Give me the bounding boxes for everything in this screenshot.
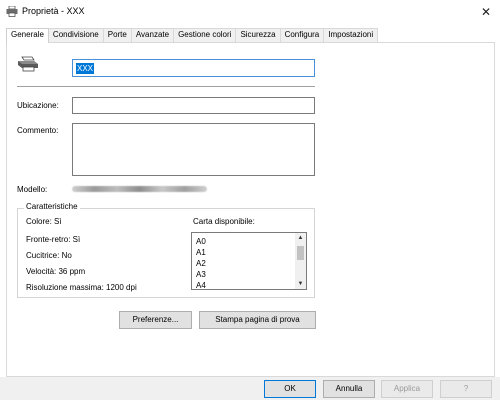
tab-sicurezza[interactable]: Sicurezza	[235, 28, 281, 42]
location-label: Ubicazione:	[17, 101, 59, 110]
tab-condivisione[interactable]: Condivisione	[47, 28, 104, 42]
tab-generale[interactable]: Generale	[6, 28, 49, 43]
list-item[interactable]: A0	[196, 236, 206, 247]
list-item[interactable]: A3	[196, 269, 206, 280]
chevron-up-icon[interactable]: ▲	[295, 233, 306, 243]
help-button[interactable]: ?	[440, 380, 492, 398]
preferences-button[interactable]: Preferenze...	[119, 311, 192, 329]
feature-resolution: Risoluzione massima: 1200 dpi	[26, 283, 137, 292]
tab-impostazioni[interactable]: Impostazioni	[323, 28, 379, 42]
tab-porte[interactable]: Porte	[102, 28, 132, 42]
paper-list-scrollbar[interactable]: ▲ ▼	[295, 233, 306, 289]
comment-label: Commento:	[17, 126, 59, 135]
list-item[interactable]: A2	[196, 258, 206, 269]
list-item[interactable]: A4	[196, 280, 206, 291]
printer-icon	[6, 6, 18, 17]
feature-duplex: Fronte-retro: Sì	[26, 235, 81, 244]
paper-list[interactable]: A0 A1 A2 A3 A4 ▲ ▼	[191, 232, 307, 290]
ok-button[interactable]: OK	[264, 380, 316, 398]
tab-gestione-colori[interactable]: Gestione colori	[173, 28, 237, 42]
title-bar: Proprietà - XXX ✕	[0, 0, 500, 24]
scrollbar-thumb[interactable]	[297, 246, 304, 260]
model-value-redacted	[72, 186, 207, 192]
printer-icon	[18, 56, 38, 72]
print-test-page-button[interactable]: Stampa pagina di prova	[199, 311, 316, 329]
tab-configura[interactable]: Configura	[279, 28, 325, 42]
location-input[interactable]	[72, 97, 315, 114]
feature-speed: Velocità: 36 ppm	[26, 267, 86, 276]
close-icon[interactable]: ✕	[476, 3, 496, 21]
tab-avanzate[interactable]: Avanzate	[130, 28, 175, 42]
feature-color: Colore: Sì	[26, 217, 62, 226]
tab-strip: Generale Condivisione Porte Avanzate Ges…	[6, 28, 379, 43]
apply-button[interactable]: Applica	[381, 380, 433, 398]
cancel-button[interactable]: Annulla	[323, 380, 375, 398]
printer-name-field[interactable]: XXX	[72, 59, 315, 77]
paper-label: Carta disponibile:	[193, 217, 255, 226]
features-group-title: Caratteristiche	[24, 202, 80, 211]
printer-name-value: XXX	[76, 63, 95, 74]
comment-input[interactable]	[72, 123, 315, 176]
window-title: Proprietà - XXX	[22, 6, 85, 16]
paper-list-items: A0 A1 A2 A3 A4	[196, 236, 206, 291]
feature-staple: Cucitrice: No	[26, 251, 72, 260]
list-item[interactable]: A1	[196, 247, 206, 258]
divider	[17, 86, 315, 87]
chevron-down-icon[interactable]: ▼	[295, 279, 306, 289]
model-label: Modello:	[17, 185, 48, 194]
